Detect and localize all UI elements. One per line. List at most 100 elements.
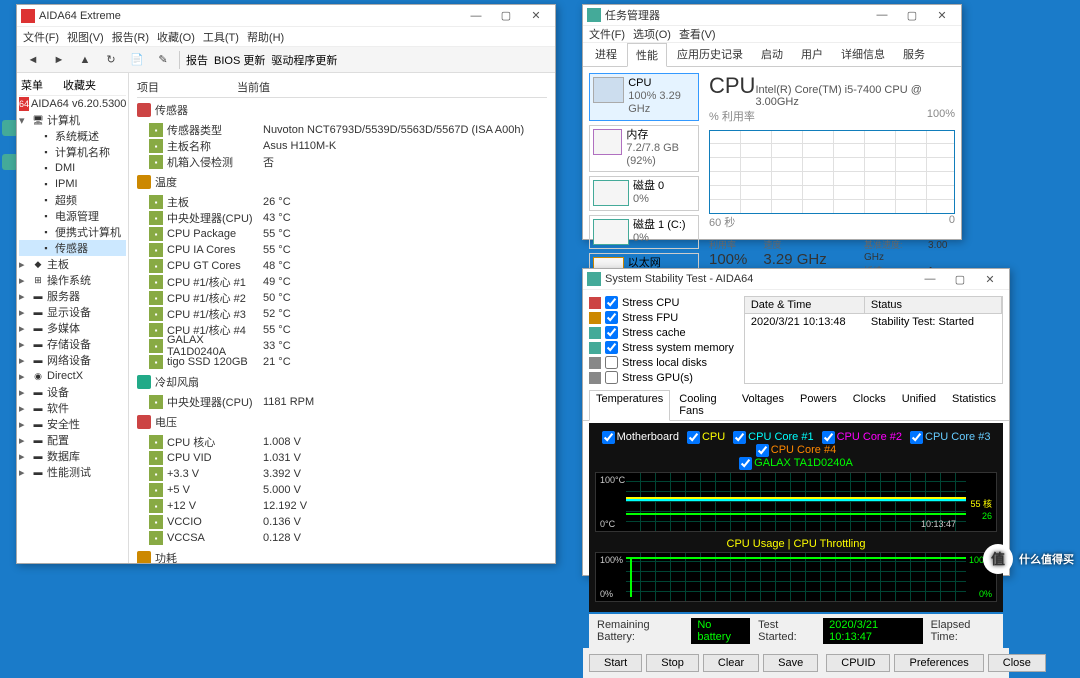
stress-checkbox[interactable]: Stress cache: [589, 326, 734, 339]
sensor-row[interactable]: ▪CPU #1/核心 #352 °C: [137, 306, 547, 322]
sensor-row[interactable]: ▪CPU 核心1.008 V: [137, 434, 547, 450]
stress-checkbox[interactable]: Stress system memory: [589, 341, 734, 354]
tree-security[interactable]: ▸▬安全性: [19, 416, 126, 432]
tree-display[interactable]: ▸▬显示设备: [19, 304, 126, 320]
minimize-button[interactable]: —: [915, 269, 945, 289]
forward-button[interactable]: ►: [49, 50, 69, 70]
tree-os[interactable]: ▸⊞操作系统: [19, 272, 126, 288]
cpuid-button[interactable]: CPUID: [826, 654, 890, 672]
tab-services[interactable]: 服务: [895, 43, 933, 66]
sensor-row[interactable]: ▪中央处理器(CPU)43 °C: [137, 210, 547, 226]
stress-checkbox[interactable]: Stress GPU(s): [589, 371, 734, 384]
minimize-button[interactable]: —: [461, 6, 491, 26]
legend-item[interactable]: Motherboard: [602, 431, 679, 443]
sensor-row[interactable]: ▪+3.3 V3.392 V: [137, 466, 547, 482]
tree-database[interactable]: ▸▬数据库: [19, 448, 126, 464]
menu-fav[interactable]: 收藏(O): [157, 29, 195, 45]
legend-item[interactable]: CPU Core #2: [822, 431, 902, 443]
tab-temperatures[interactable]: Temperatures: [589, 390, 670, 421]
aida64-tree[interactable]: 菜单 收藏夹 64AIDA64 v6.20.5300 ▾🖥计算机 ▪系统概述 ▪…: [17, 73, 129, 563]
tree-multimedia[interactable]: ▸▬多媒体: [19, 320, 126, 336]
back-button[interactable]: ◄: [23, 50, 43, 70]
tree-menu-tab[interactable]: 菜单: [21, 77, 43, 93]
tree-item[interactable]: ▪便携式计算机: [19, 224, 126, 240]
tm-card-mem[interactable]: 内存7.2/7.8 GB (92%): [589, 125, 699, 173]
tab-fans[interactable]: Cooling Fans: [672, 390, 733, 420]
stress-checkbox[interactable]: Stress local disks: [589, 356, 734, 369]
sensor-row[interactable]: ▪传感器类型Nuvoton NCT6793D/5539D/5563D/5567D…: [137, 122, 547, 138]
menu-view[interactable]: 查看(V): [679, 26, 716, 42]
legend-item[interactable]: CPU Core #1: [733, 431, 813, 443]
menu-help[interactable]: 帮助(H): [247, 29, 284, 45]
menu-file[interactable]: 文件(F): [23, 29, 59, 45]
tree-computer[interactable]: ▾🖥计算机: [19, 112, 126, 128]
tree-benchmark[interactable]: ▸▬性能测试: [19, 464, 126, 480]
tree-item[interactable]: ▪电源管理: [19, 208, 126, 224]
tab-startup[interactable]: 启动: [753, 43, 791, 66]
sensor-row[interactable]: ▪GALAX TA1D0240A33 °C: [137, 338, 547, 354]
sensor-row[interactable]: ▪CPU IA Cores55 °C: [137, 242, 547, 258]
maximize-button[interactable]: ▢: [945, 269, 975, 289]
sensor-row[interactable]: ▪机箱入侵检测否: [137, 154, 547, 170]
tab-unified[interactable]: Unified: [895, 390, 943, 420]
menu-view[interactable]: 视图(V): [67, 29, 104, 45]
tree-sensors[interactable]: ▪传感器: [19, 240, 126, 256]
tree-devices[interactable]: ▸▬设备: [19, 384, 126, 400]
tm-card-cpu[interactable]: CPU100% 3.29 GHz: [589, 73, 699, 121]
report-label[interactable]: 报告: [186, 52, 208, 68]
close-button[interactable]: Close: [988, 654, 1046, 672]
menu-file[interactable]: 文件(F): [589, 26, 625, 42]
tree-item[interactable]: ▪系统概述: [19, 128, 126, 144]
tree-software[interactable]: ▸▬软件: [19, 400, 126, 416]
tree-root[interactable]: 64AIDA64 v6.20.5300: [19, 96, 126, 112]
legend-item[interactable]: GALAX TA1D0240A: [739, 457, 853, 469]
minimize-button[interactable]: —: [867, 5, 897, 25]
menu-options[interactable]: 选项(O): [633, 26, 671, 42]
sensor-row[interactable]: ▪+5 V5.000 V: [137, 482, 547, 498]
tab-powers[interactable]: Powers: [793, 390, 844, 420]
refresh-button[interactable]: ↻: [101, 50, 121, 70]
preferences-button[interactable]: Preferences: [894, 654, 983, 672]
sensor-row[interactable]: ▪VCCSA0.128 V: [137, 530, 547, 546]
sensor-row[interactable]: ▪tigo SSD 120GB21 °C: [137, 354, 547, 370]
clear-button[interactable]: Clear: [703, 654, 759, 672]
sensor-row[interactable]: ▪中央处理器(CPU)1181 RPM: [137, 394, 547, 410]
start-button[interactable]: Start: [589, 654, 642, 672]
tab-clocks[interactable]: Clocks: [846, 390, 893, 420]
tree-item[interactable]: ▪IPMI: [19, 176, 126, 192]
tm-card-disk1[interactable]: 磁盘 1 (C:)0%: [589, 215, 699, 249]
sensor-row[interactable]: ▪+12 V12.192 V: [137, 498, 547, 514]
tab-statistics[interactable]: Statistics: [945, 390, 1003, 420]
tab-history[interactable]: 应用历史记录: [669, 43, 751, 66]
sensor-row[interactable]: ▪VCCIO0.136 V: [137, 514, 547, 530]
legend-item[interactable]: CPU: [687, 431, 725, 443]
tree-item[interactable]: ▪计算机名称: [19, 144, 126, 160]
tree-network[interactable]: ▸▬网络设备: [19, 352, 126, 368]
menu-tools[interactable]: 工具(T): [203, 29, 239, 45]
legend-item[interactable]: CPU Core #3: [910, 431, 990, 443]
stress-checkbox[interactable]: Stress FPU: [589, 311, 734, 324]
sensor-row[interactable]: ▪CPU VID1.031 V: [137, 450, 547, 466]
tree-item[interactable]: ▪超频: [19, 192, 126, 208]
tool-button[interactable]: ✎: [153, 50, 173, 70]
driver-label[interactable]: 驱动程序更新: [271, 52, 337, 68]
menu-report[interactable]: 报告(R): [112, 29, 149, 45]
tab-details[interactable]: 详细信息: [833, 43, 893, 66]
up-button[interactable]: ▲: [75, 50, 95, 70]
sensor-row[interactable]: ▪主板26 °C: [137, 194, 547, 210]
maximize-button[interactable]: ▢: [491, 6, 521, 26]
close-button[interactable]: ✕: [927, 5, 957, 25]
tree-item[interactable]: ▪DMI: [19, 160, 126, 176]
tm-card-disk0[interactable]: 磁盘 00%: [589, 176, 699, 210]
tree-storage[interactable]: ▸▬存储设备: [19, 336, 126, 352]
stop-button[interactable]: Stop: [646, 654, 699, 672]
save-button[interactable]: Save: [763, 654, 818, 672]
sensor-row[interactable]: ▪CPU Package55 °C: [137, 226, 547, 242]
tree-motherboard[interactable]: ▸◆主板: [19, 256, 126, 272]
close-button[interactable]: ✕: [521, 6, 551, 26]
report-button[interactable]: 📄: [127, 50, 147, 70]
sensor-row[interactable]: ▪CPU #1/核心 #250 °C: [137, 290, 547, 306]
close-button[interactable]: ✕: [975, 269, 1005, 289]
maximize-button[interactable]: ▢: [897, 5, 927, 25]
sensor-row[interactable]: ▪CPU #1/核心 #149 °C: [137, 274, 547, 290]
